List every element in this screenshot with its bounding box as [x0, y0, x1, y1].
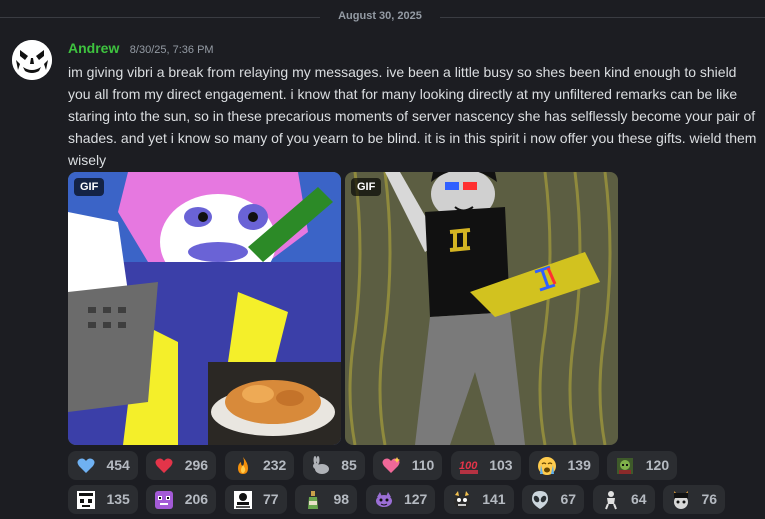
reaction-count: 135: [106, 491, 130, 508]
reaction-fire[interactable]: 232: [224, 451, 295, 480]
reaction-custom-bottle[interactable]: 98: [295, 485, 358, 514]
reaction-count: 206: [184, 491, 209, 508]
reaction-row-2: 135 206 77 98 127 141 67 64 76: [68, 485, 758, 514]
reaction-count: 76: [701, 491, 718, 508]
reaction-count: 110: [411, 457, 435, 474]
svg-text:100: 100: [459, 460, 478, 472]
reaction-count: 296: [184, 457, 209, 474]
message-header: Andrew 8/30/25, 7:36 PM: [68, 40, 214, 58]
gif-badge: GIF: [74, 178, 105, 196]
reaction-custom-maybe[interactable]: 77: [224, 485, 287, 514]
gif-attachment-2[interactable]: GIF: [345, 172, 618, 445]
reaction-count: 103: [489, 457, 513, 474]
custom-horned-icon: [674, 490, 688, 509]
custom-dark-face-icon: [453, 490, 470, 509]
custom-purple-creature-icon: [375, 491, 392, 507]
reaction-count: 85: [341, 457, 357, 474]
hundred-points-icon: 100: [459, 460, 478, 474]
reaction-count: 77: [262, 491, 279, 508]
reaction-count: 232: [262, 457, 287, 474]
timestamp[interactable]: 8/30/25, 7:36 PM: [130, 44, 214, 56]
message-text: im giving vibri a break from relaying my…: [68, 64, 757, 168]
avatar-face-icon: [12, 40, 52, 80]
custom-figure-icon: [604, 490, 617, 510]
reaction-count: 139: [567, 457, 591, 474]
avatar[interactable]: [12, 40, 52, 80]
reaction-crying-face[interactable]: 139: [529, 451, 599, 480]
username[interactable]: Andrew: [68, 40, 119, 56]
crying-face-icon: [538, 456, 557, 475]
fire-icon: [237, 456, 248, 474]
reaction-custom-purple-creature[interactable]: 127: [365, 485, 436, 514]
alien-icon: [532, 490, 549, 509]
custom-maybe-icon: [233, 490, 252, 509]
custom-purple-face-icon: [155, 490, 174, 509]
reaction-count: 67: [560, 491, 577, 508]
reaction-red-heart[interactable]: 296: [146, 451, 217, 480]
reaction-row-1: 454 296 232 85 110 100 103 139 120: [68, 451, 758, 480]
reaction-alien[interactable]: 67: [522, 485, 585, 514]
custom-goblin-icon: [617, 457, 634, 474]
date-divider: August 30, 2025: [0, 8, 765, 28]
reaction-custom-dark-face[interactable]: 141: [443, 485, 514, 514]
reaction-rabbit[interactable]: 85: [302, 451, 365, 480]
divider-line-left: [0, 17, 320, 18]
reaction-blue-heart[interactable]: 454: [68, 451, 138, 480]
reaction-custom-horned[interactable]: 76: [663, 485, 726, 514]
reaction-custom-purple-face[interactable]: 206: [146, 485, 217, 514]
gif-laptop-character: [345, 172, 618, 445]
rabbit-icon: [312, 455, 329, 474]
custom-bottle-icon: [308, 490, 319, 509]
sparkling-heart-icon: [382, 456, 401, 473]
reaction-custom-figure[interactable]: 64: [592, 485, 655, 514]
gif-pink-hair-character: [68, 172, 341, 445]
reaction-count: 127: [403, 491, 428, 508]
reaction-count: 454: [106, 457, 130, 474]
reaction-count: 120: [645, 457, 670, 474]
reaction-hundred[interactable]: 100 103: [450, 451, 521, 480]
custom-i-care-icon: [77, 490, 95, 509]
gif-badge: GIF: [351, 178, 382, 196]
red-heart-icon: [155, 458, 173, 473]
blue-heart-icon: [77, 458, 95, 473]
reaction-count: 98: [333, 491, 350, 508]
reaction-custom-i-care[interactable]: 135: [68, 485, 138, 514]
divider-line-right: [440, 17, 765, 18]
gif-attachment-1[interactable]: GIF: [68, 172, 341, 445]
date-divider-text: August 30, 2025: [338, 10, 422, 22]
reaction-count: 64: [630, 491, 647, 508]
reaction-custom-goblin[interactable]: 120: [607, 451, 678, 480]
reaction-count: 141: [482, 491, 506, 508]
reaction-sparkling-heart[interactable]: 110: [373, 451, 443, 480]
